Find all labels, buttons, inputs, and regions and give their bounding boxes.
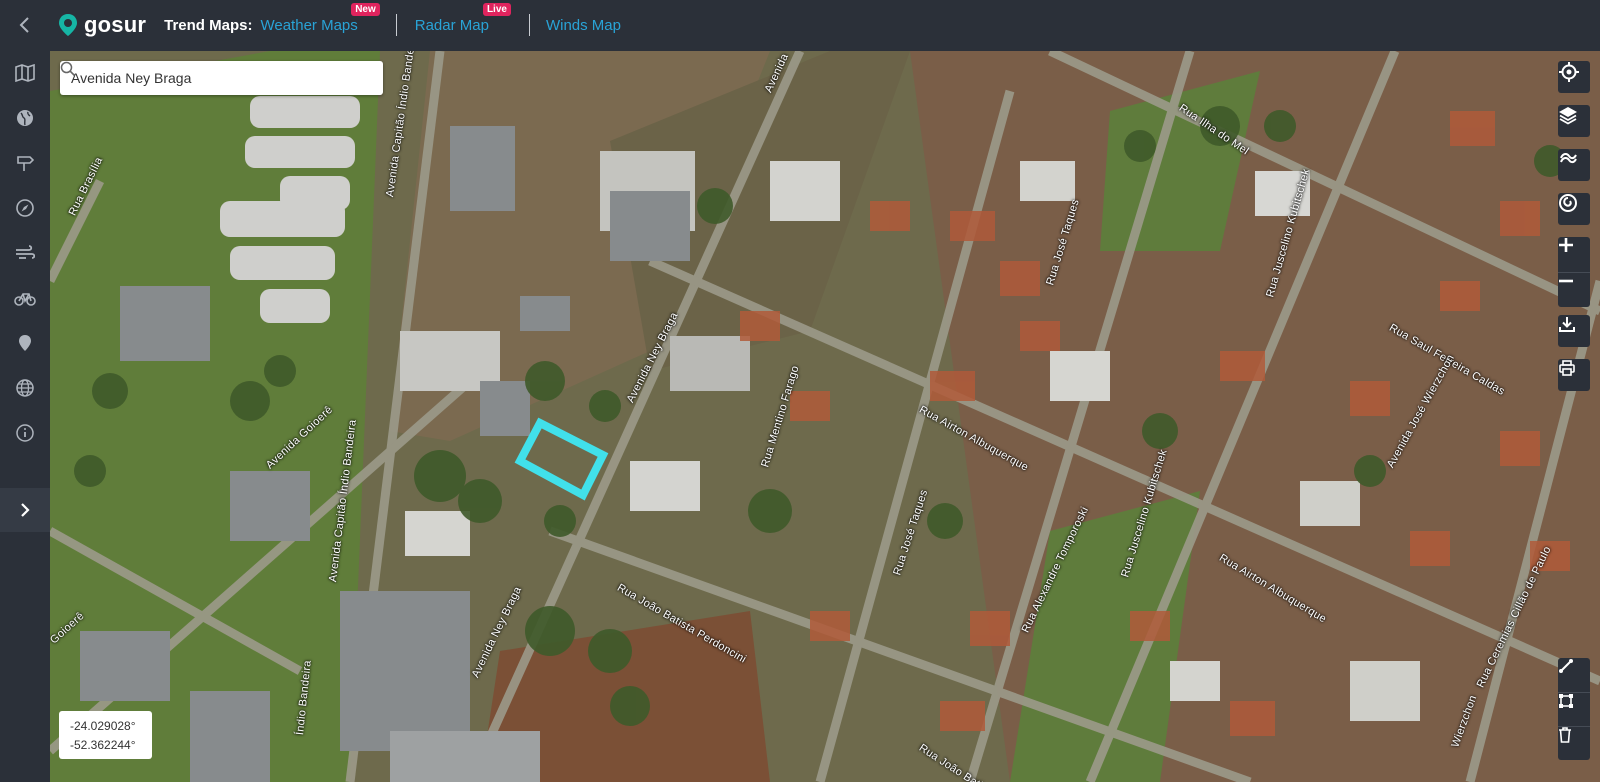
chevron-right-icon: [21, 503, 30, 517]
back-button[interactable]: [0, 0, 50, 50]
wind-icon[interactable]: [0, 230, 50, 275]
pin-icon[interactable]: [0, 320, 50, 365]
divider: [395, 14, 397, 36]
download-button[interactable]: [1558, 315, 1590, 347]
print-icon: [1559, 360, 1575, 376]
search-box[interactable]: Avenida Ney Braga: [60, 61, 383, 95]
layers-icon: [1559, 107, 1577, 125]
zoom-in-button[interactable]: [1558, 237, 1590, 272]
locate-button[interactable]: [1558, 61, 1590, 93]
winds-map-link[interactable]: Winds Map: [546, 17, 621, 34]
trash-button[interactable]: [1558, 726, 1590, 760]
trend-maps-label: Trend Maps:: [164, 16, 253, 34]
sidebar: [0, 50, 50, 782]
draw-polygon-icon: [1559, 694, 1573, 708]
zoom-out-icon: [1559, 279, 1573, 283]
satellite-button[interactable]: [1558, 149, 1590, 181]
zoom-in-icon: [1559, 238, 1573, 252]
signpost-icon[interactable]: [0, 140, 50, 185]
layers-button[interactable]: [1558, 105, 1590, 137]
longitude: -52.362244°: [70, 738, 136, 752]
swirl-icon: [1559, 194, 1577, 212]
top-bar: gosur Trend Maps: Weather Maps New Radar …: [0, 0, 1600, 50]
coordinates-readout: -24.029028° -52.362244°: [59, 711, 152, 759]
map-icon[interactable]: [0, 50, 50, 95]
new-badge: New: [351, 2, 380, 16]
map-view[interactable]: Rua Brasília Avenida Capitão Índio Bande…: [50, 51, 1600, 782]
zoom-out-button[interactable]: [1558, 272, 1590, 307]
logo-pin-icon: [59, 14, 77, 36]
weather-maps-label: Weather Maps: [260, 16, 358, 34]
sidebar-expand-button[interactable]: [0, 488, 50, 532]
latitude: -24.029028°: [70, 719, 136, 733]
swirl-button[interactable]: [1558, 193, 1590, 225]
compass-icon[interactable]: [0, 185, 50, 230]
satellite-imagery: [50, 51, 1600, 782]
brand-name: gosur: [84, 12, 147, 37]
download-icon: [1559, 317, 1575, 332]
globe-icon[interactable]: [0, 95, 50, 140]
weather-maps-link[interactable]: Weather Maps New: [260, 2, 380, 34]
chevron-left-icon: [19, 17, 29, 33]
search-input[interactable]: Avenida Ney Braga: [71, 70, 349, 86]
bicycle-icon[interactable]: [0, 275, 50, 320]
radar-map-label: Radar Map: [414, 16, 489, 34]
info-icon[interactable]: [0, 410, 50, 455]
locate-icon: [1559, 62, 1579, 82]
draw-polygon-button[interactable]: [1558, 692, 1590, 726]
radar-map-link[interactable]: Radar Map Live: [414, 2, 511, 34]
draw-line-button[interactable]: [1558, 658, 1590, 692]
satellite-icon: [1560, 152, 1577, 164]
print-button[interactable]: [1558, 359, 1590, 391]
divider: [528, 14, 530, 36]
trash-icon: [1559, 727, 1571, 743]
draw-line-icon: [1559, 659, 1573, 673]
logo[interactable]: gosur: [58, 12, 146, 38]
web-icon[interactable]: [0, 365, 50, 410]
live-badge: Live: [482, 2, 511, 16]
